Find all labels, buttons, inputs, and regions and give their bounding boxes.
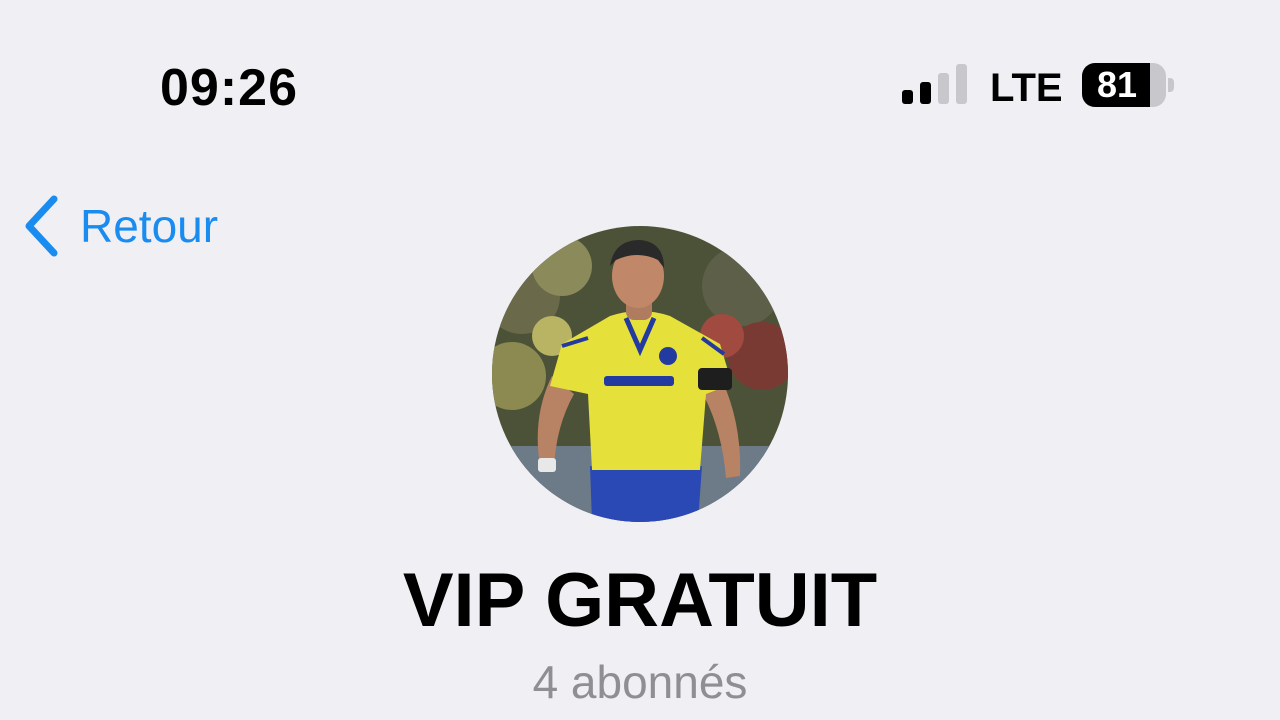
cellular-signal-icon <box>902 64 967 104</box>
battery-level-text: 81 <box>1096 64 1138 105</box>
network-type-label: LTE <box>990 66 1063 110</box>
battery-cap <box>1168 78 1174 92</box>
channel-avatar-photo <box>492 226 788 522</box>
chevron-left-icon <box>25 195 58 257</box>
back-button-label: Retour <box>80 200 219 252</box>
back-button[interactable]: Retour <box>22 192 218 260</box>
battery-icon: 81 <box>1082 63 1176 109</box>
status-time: 09:26 <box>160 59 298 117</box>
channel-avatar[interactable] <box>492 226 788 522</box>
channel-info-screen: 09:26 LTE 81 Retour VIP GRATUIT 4 abonné… <box>0 0 1280 720</box>
channel-title: VIP GRATUIT <box>402 558 878 643</box>
subscriber-count: 4 abonnés <box>532 656 748 708</box>
